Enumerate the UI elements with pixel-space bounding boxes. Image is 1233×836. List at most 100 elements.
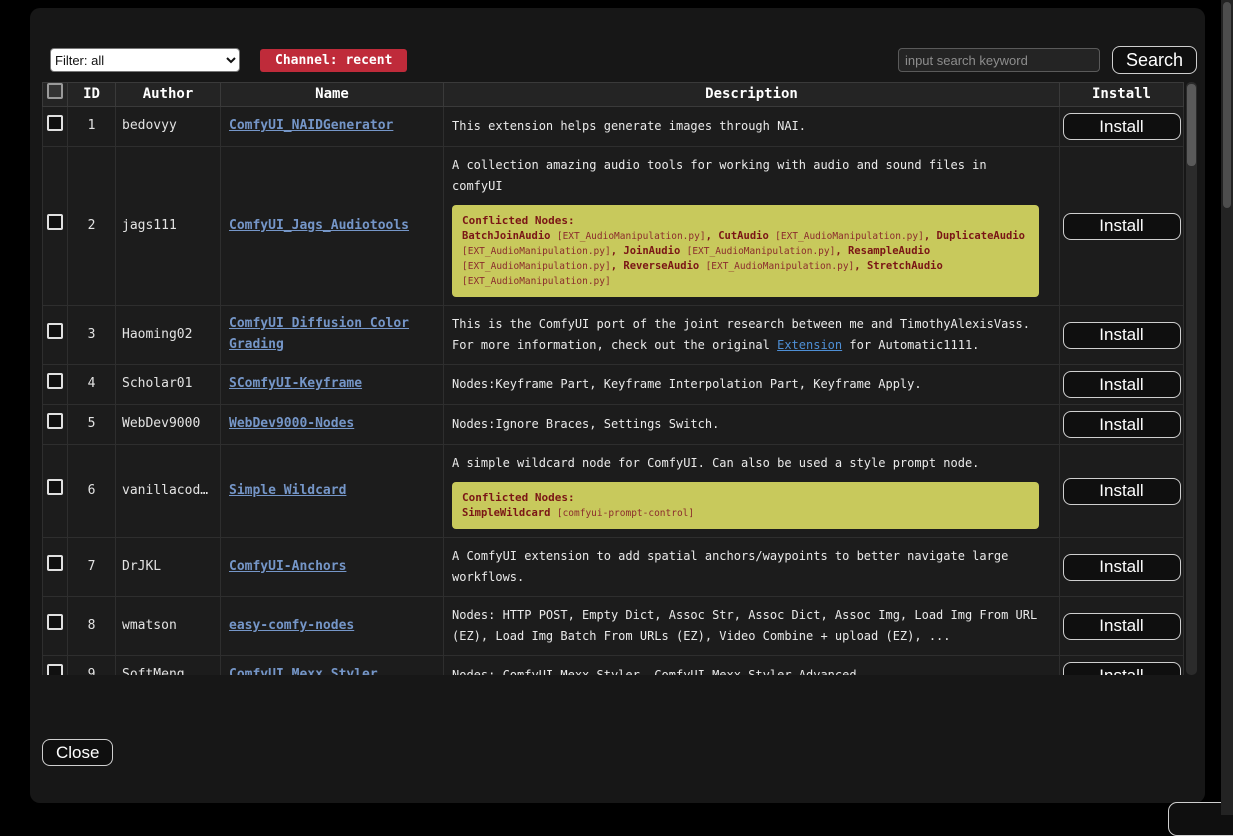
conflict-node-ref: [EXT_AudioManipulation.py] [462, 246, 611, 257]
custom-nodes-table: ID Author Name Description Install 1bedo… [42, 82, 1184, 675]
table-row: 9SoftMengComfyUI_Mexx_StylerNodes: Comfy… [43, 656, 1184, 676]
install-button[interactable]: Install [1063, 213, 1181, 240]
description-link[interactable]: Extension [777, 338, 842, 352]
install-button[interactable]: Install [1063, 411, 1181, 438]
row-id: 6 [68, 445, 116, 538]
conflict-node-name: DuplicateAudio [937, 230, 1026, 242]
table-row: 2jags111ComfyUI_Jags_AudiotoolsA collect… [43, 147, 1184, 306]
row-checkbox[interactable] [47, 614, 63, 630]
install-button[interactable]: Install [1063, 613, 1181, 640]
row-description: Nodes: ComfyUI Mexx Styler, ComfyUI Mexx… [444, 656, 1060, 676]
conflict-list: BatchJoinAudio [EXT_AudioManipulation.py… [462, 229, 1029, 289]
row-checkbox-cell [43, 538, 68, 597]
row-author: bedovyy [116, 107, 221, 147]
conflict-node-ref: [EXT_AudioManipulation.py] [775, 231, 924, 242]
row-author: jags111 [116, 147, 221, 306]
row-checkbox[interactable] [47, 664, 63, 675]
page-scrollbar-thumb[interactable] [1223, 2, 1231, 208]
install-button[interactable]: Install [1063, 478, 1181, 505]
row-name-cell: ComfyUI_Jags_Audiotools [221, 147, 444, 306]
row-id: 4 [68, 365, 116, 405]
node-name-link[interactable]: Simple Wildcard [229, 483, 346, 498]
table-scrollbar[interactable] [1186, 82, 1197, 675]
page-scrollbar[interactable] [1221, 0, 1233, 815]
conflict-title: Conflicted Nodes: [462, 490, 1029, 506]
row-checkbox-cell [43, 147, 68, 306]
row-description: Nodes:Ignore Braces, Settings Switch. [444, 405, 1060, 445]
row-checkbox[interactable] [47, 115, 63, 131]
custom-nodes-table-container: ID Author Name Description Install 1bedo… [42, 82, 1197, 675]
install-button[interactable]: Install [1063, 662, 1181, 675]
header-id: ID [68, 83, 116, 107]
row-name-cell: WebDev9000-Nodes [221, 405, 444, 445]
row-checkbox-cell [43, 445, 68, 538]
row-author: WebDev9000 [116, 405, 221, 445]
node-name-link[interactable]: ComfyUI_Mexx_Styler [229, 667, 378, 675]
channel-badge[interactable]: Channel: recent [260, 49, 407, 72]
table-row: 5WebDev9000 WebDev9000-Nodes Nodes:Ignore … [43, 405, 1184, 445]
node-name-link[interactable]: ComfyUI_NAIDGenerator [229, 118, 393, 133]
node-name-link[interactable]: ComfyUI_Jags_Audiotools [229, 218, 409, 233]
row-description: A collection amazing audio tools for wor… [444, 147, 1060, 306]
install-button[interactable]: Install [1063, 371, 1181, 398]
table-scrollbar-thumb[interactable] [1187, 84, 1196, 166]
row-install-cell: Install [1060, 107, 1184, 147]
conflicted-nodes-box: Conflicted Nodes:SimpleWildcard [comfyui… [452, 482, 1039, 529]
row-checkbox[interactable] [47, 555, 63, 571]
install-button[interactable]: Install [1063, 322, 1181, 349]
node-name-link[interactable]: ComfyUI Diffusion Color Grading [229, 316, 409, 352]
install-button[interactable]: Install [1063, 554, 1181, 581]
row-checkbox[interactable] [47, 214, 63, 230]
row-checkbox-cell [43, 597, 68, 656]
search-input[interactable] [898, 48, 1100, 72]
conflict-node-name: JoinAudio [623, 245, 680, 257]
table-row: 1bedovyyComfyUI_NAIDGeneratorThis extens… [43, 107, 1184, 147]
row-checkbox[interactable] [47, 479, 63, 495]
header-description: Description [444, 83, 1060, 107]
row-checkbox[interactable] [47, 323, 63, 339]
row-install-cell: Install [1060, 656, 1184, 676]
install-button[interactable]: Install [1063, 113, 1181, 140]
node-name-link[interactable]: WebDev9000-Nodes [229, 416, 354, 431]
conflict-node-name: ReverseAudio [623, 260, 699, 272]
node-name-link[interactable]: easy-comfy-nodes [229, 618, 354, 633]
row-checkbox-cell [43, 656, 68, 676]
row-author: vanillacode314 [116, 445, 221, 538]
row-author: Haoming02 [116, 306, 221, 365]
select-all-checkbox[interactable] [47, 83, 63, 99]
row-checkbox-cell [43, 306, 68, 365]
table-row: 6vanillacode314Simple WildcardA simple w… [43, 445, 1184, 538]
row-checkbox[interactable] [47, 413, 63, 429]
conflict-node-name: SimpleWildcard [462, 507, 551, 519]
table-header-row: ID Author Name Description Install [43, 83, 1184, 107]
conflicted-nodes-box: Conflicted Nodes:BatchJoinAudio [EXT_Aud… [452, 205, 1039, 297]
conflict-list: SimpleWildcard [comfyui-prompt-control] [462, 506, 1029, 521]
row-install-cell: Install [1060, 147, 1184, 306]
table-row: 8wmatsoneasy-comfy-nodesNodes: HTTP POST… [43, 597, 1184, 656]
table-row: 3Haoming02ComfyUI Diffusion Color Gradin… [43, 306, 1184, 365]
row-id: 5 [68, 405, 116, 445]
table-body: 1bedovyyComfyUI_NAIDGeneratorThis extens… [43, 107, 1184, 676]
conflict-node-ref: [EXT_AudioManipulation.py] [557, 231, 706, 242]
row-id: 9 [68, 656, 116, 676]
header-author: Author [116, 83, 221, 107]
row-install-cell: Install [1060, 405, 1184, 445]
row-description: This is the ComfyUI port of the joint re… [444, 306, 1060, 365]
close-button[interactable]: Close [42, 739, 113, 766]
node-name-link[interactable]: ComfyUI-Anchors [229, 559, 346, 574]
row-install-cell: Install [1060, 445, 1184, 538]
row-install-cell: Install [1060, 365, 1184, 405]
row-id: 1 [68, 107, 116, 147]
row-author: wmatson [116, 597, 221, 656]
conflict-node-name: ResampleAudio [848, 245, 930, 257]
header-install: Install [1060, 83, 1184, 107]
conflict-node-ref: [comfyui-prompt-control] [557, 508, 694, 519]
node-name-link[interactable]: SComfyUI-Keyframe [229, 376, 362, 391]
row-install-cell: Install [1060, 597, 1184, 656]
row-id: 7 [68, 538, 116, 597]
search-button[interactable]: Search [1112, 46, 1197, 74]
row-id: 3 [68, 306, 116, 365]
filter-select[interactable]: Filter: all [50, 48, 240, 72]
row-install-cell: Install [1060, 306, 1184, 365]
row-checkbox[interactable] [47, 373, 63, 389]
